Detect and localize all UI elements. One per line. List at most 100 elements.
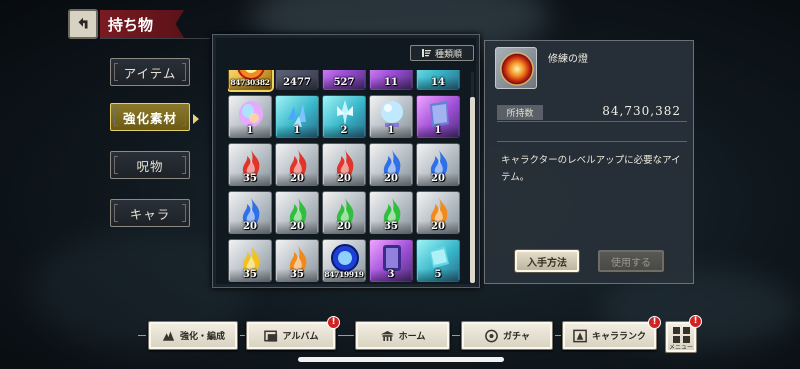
item-slot[interactable]: 20: [322, 191, 366, 234]
tab-cursed-items[interactable]: 呪物: [110, 151, 190, 179]
item-slot[interactable]: 20: [228, 191, 272, 234]
rank-icon: [573, 329, 587, 342]
item-count: 1: [230, 125, 270, 137]
item-count: 20: [371, 173, 411, 185]
item-slot[interactable]: 3: [369, 239, 413, 282]
item-slot[interactable]: 20: [416, 143, 460, 186]
item-count: 2477: [277, 77, 317, 89]
nav-enhance-button[interactable]: 強化・編成: [148, 321, 238, 350]
nav-gacha-label: ガチャ: [503, 332, 530, 342]
owned-value: 84,730,382: [602, 104, 681, 118]
item-count: 1: [371, 125, 411, 137]
nav-gacha-button[interactable]: ガチャ: [461, 321, 553, 350]
item-slot[interactable]: 35: [228, 239, 272, 282]
item-count: 20: [324, 221, 364, 233]
item-grid-viewport[interactable]: 84730382 2477 527 11 14 1 1 2 1 1 35 20 20 20 20 …: [228, 70, 468, 288]
menu-alert-badge: !: [689, 315, 702, 328]
home-icon: [380, 330, 394, 341]
nav-album-label: アルバム: [282, 332, 319, 342]
item-count: 1: [277, 125, 317, 137]
item-slot[interactable]: 84719919: [322, 239, 366, 282]
tab-enhance-materials[interactable]: 強化素材: [110, 103, 190, 131]
menu-grid-icon: [683, 327, 690, 334]
enhance-icon: [162, 330, 175, 341]
nav-divider: [138, 335, 146, 336]
item-count: 35: [371, 221, 411, 233]
item-count: 35: [230, 269, 270, 281]
item-slot[interactable]: 5: [416, 239, 460, 282]
item-slot[interactable]: 1: [369, 95, 413, 138]
item-slot[interactable]: 20: [416, 191, 460, 234]
item-slot[interactable]: 1: [228, 95, 272, 138]
item-count: 2: [324, 125, 364, 137]
item-slot[interactable]: 20: [322, 143, 366, 186]
title-divider: [100, 38, 210, 39]
nav-divider: [240, 335, 245, 336]
item-count: 20: [230, 221, 270, 233]
item-count: 20: [418, 173, 458, 185]
scrollbar-thumb[interactable]: [470, 97, 475, 283]
sort-label: 種類順: [434, 49, 462, 60]
nav-divider: [555, 335, 561, 336]
menu-label: メニュー: [668, 344, 693, 351]
tab-characters[interactable]: キャラ: [110, 199, 190, 227]
use-button[interactable]: 使用する: [597, 249, 665, 273]
item-slot[interactable]: 20: [275, 143, 319, 186]
item-count: 1: [418, 125, 458, 137]
acquire-method-button[interactable]: 入手方法: [514, 249, 580, 273]
item-slot[interactable]: 1: [275, 95, 319, 138]
item-slot[interactable]: 2: [322, 95, 366, 138]
owned-count-row: 所持数 84,730,382: [497, 104, 687, 122]
nav-album-button[interactable]: アルバム !: [246, 316, 340, 350]
nav-home-button[interactable]: ホーム: [355, 321, 450, 350]
description-divider: [497, 141, 687, 142]
detail-item-name: 修練の燈: [548, 54, 588, 65]
back-arrow-icon: [78, 17, 88, 29]
nav-character-rank-button[interactable]: キャラランク !: [562, 316, 661, 350]
sort-icon: [421, 49, 431, 57]
tab-items[interactable]: アイテム: [110, 58, 190, 86]
item-count: 14: [418, 77, 458, 89]
item-count: 20: [277, 173, 317, 185]
item-count: 84730382: [230, 77, 270, 89]
item-slot[interactable]: 11: [369, 70, 413, 90]
home-indicator-bar[interactable]: [298, 357, 504, 362]
owned-label: 所持数: [497, 105, 543, 120]
sort-button[interactable]: 種類順: [410, 45, 474, 61]
item-slot[interactable]: 20: [275, 191, 319, 234]
rank-alert-badge: !: [648, 316, 661, 329]
item-slot[interactable]: 1: [416, 95, 460, 138]
item-slot[interactable]: 527: [322, 70, 366, 90]
item-count: 20: [418, 221, 458, 233]
item-count: 20: [324, 173, 364, 185]
item-count: 11: [371, 77, 411, 89]
item-count: 5: [418, 269, 458, 281]
detail-flame-orb-icon: [495, 47, 537, 89]
menu-button[interactable]: メニュー !: [665, 315, 702, 353]
nav-divider: [338, 335, 354, 336]
back-button[interactable]: [68, 9, 98, 39]
nav-divider: [452, 335, 460, 336]
item-count: 35: [230, 173, 270, 185]
item-slot[interactable]: 14: [416, 70, 460, 90]
nav-character-rank-label: キャラランク: [591, 332, 646, 342]
item-slot[interactable]: 20: [369, 143, 413, 186]
nav-enhance-label: 強化・編成: [179, 332, 225, 342]
menu-grid-icon: [673, 327, 680, 334]
album-alert-badge: !: [327, 316, 340, 329]
item-slot[interactable]: 35: [369, 191, 413, 234]
item-slot[interactable]: 35: [228, 143, 272, 186]
item-slot[interactable]: 2477: [275, 70, 319, 90]
gacha-icon: [485, 329, 498, 342]
item-count: 3: [371, 269, 411, 281]
item-count: 84719919: [324, 269, 364, 281]
item-count: 35: [277, 269, 317, 281]
album-icon: [263, 330, 277, 342]
item-description: キャラクターのレベルアップに必要なアイテム。: [501, 155, 681, 183]
nav-home-label: ホーム: [398, 332, 426, 342]
item-slot[interactable]: 35: [275, 239, 319, 282]
item-count: 527: [324, 77, 364, 89]
active-tab-indicator: [193, 114, 199, 124]
item-slot[interactable]: 84730382: [228, 70, 272, 90]
item-grid: 84730382 2477 527 11 14 1 1 2 1 1 35 20 20 20 20 …: [228, 70, 468, 282]
